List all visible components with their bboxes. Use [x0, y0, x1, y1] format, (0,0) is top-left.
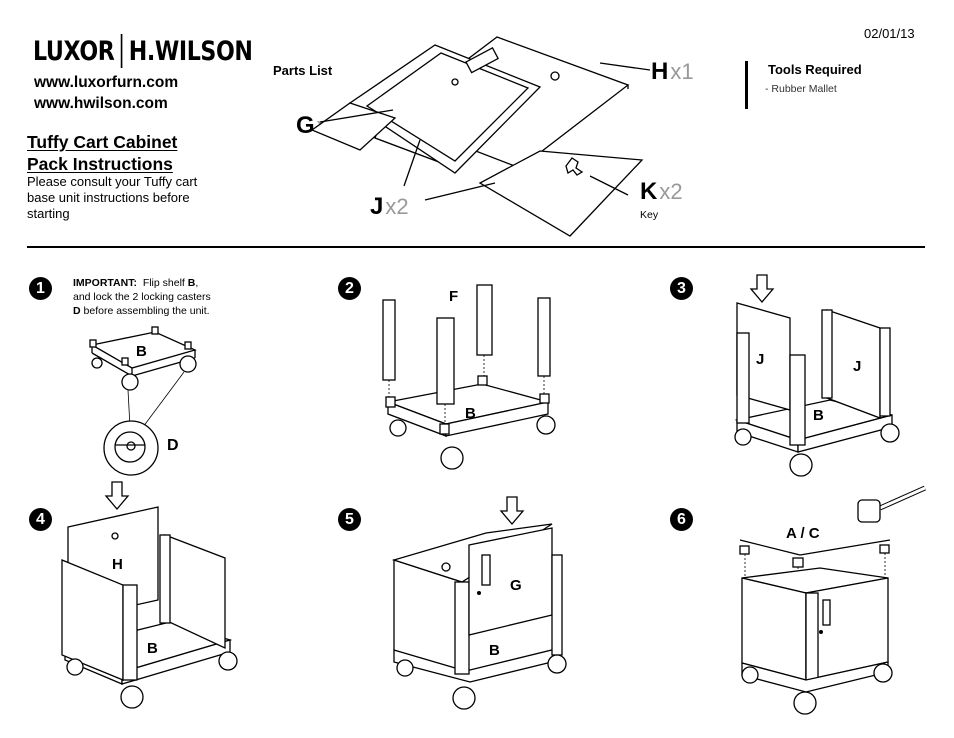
step-2-label-b: B: [465, 405, 476, 422]
caster: [396, 659, 414, 677]
illustrations: B D F B J J B H B G B A / C: [61, 36, 927, 715]
caster: [873, 663, 893, 683]
step-4-illustration: [61, 481, 238, 709]
caster-detail: [103, 420, 159, 476]
caster: [789, 453, 813, 477]
step-3-label-j-right: J: [853, 358, 861, 375]
step-6-illustration: [739, 485, 927, 715]
step-2-label-f: F: [449, 288, 458, 305]
step-1-label-b: B: [136, 343, 147, 360]
caster: [120, 685, 144, 709]
caster: [536, 415, 556, 435]
caster: [66, 658, 84, 676]
step-2-illustration: [382, 284, 556, 470]
step-5-label-g: G: [510, 577, 522, 594]
parts-illustration: [310, 36, 651, 237]
caster: [218, 651, 238, 671]
caster: [734, 428, 752, 446]
step-3-label-b: B: [813, 407, 824, 424]
caster: [880, 423, 900, 443]
step-5-label-b: B: [489, 642, 500, 659]
step-4-label-h: H: [112, 556, 123, 573]
panel-k: [478, 150, 644, 237]
step-3-label-j-left: J: [756, 351, 764, 368]
arrow-down-icon: [104, 481, 130, 511]
caster: [121, 373, 139, 391]
caster: [440, 446, 464, 470]
caster: [179, 355, 197, 373]
caster: [741, 666, 759, 684]
arrow-down-icon: [749, 274, 775, 304]
rubber-mallet-icon: [857, 485, 927, 523]
caster: [452, 686, 476, 710]
caster: [389, 419, 407, 437]
caster: [793, 691, 817, 715]
step-1-label-d: D: [167, 437, 179, 454]
step-5-illustration: [391, 496, 567, 710]
step-4-label-b: B: [147, 640, 158, 657]
step-3-illustration: [734, 274, 900, 477]
arrow-down-icon: [499, 496, 525, 526]
caster: [547, 654, 567, 674]
step-6-label-ac: A / C: [786, 525, 820, 542]
